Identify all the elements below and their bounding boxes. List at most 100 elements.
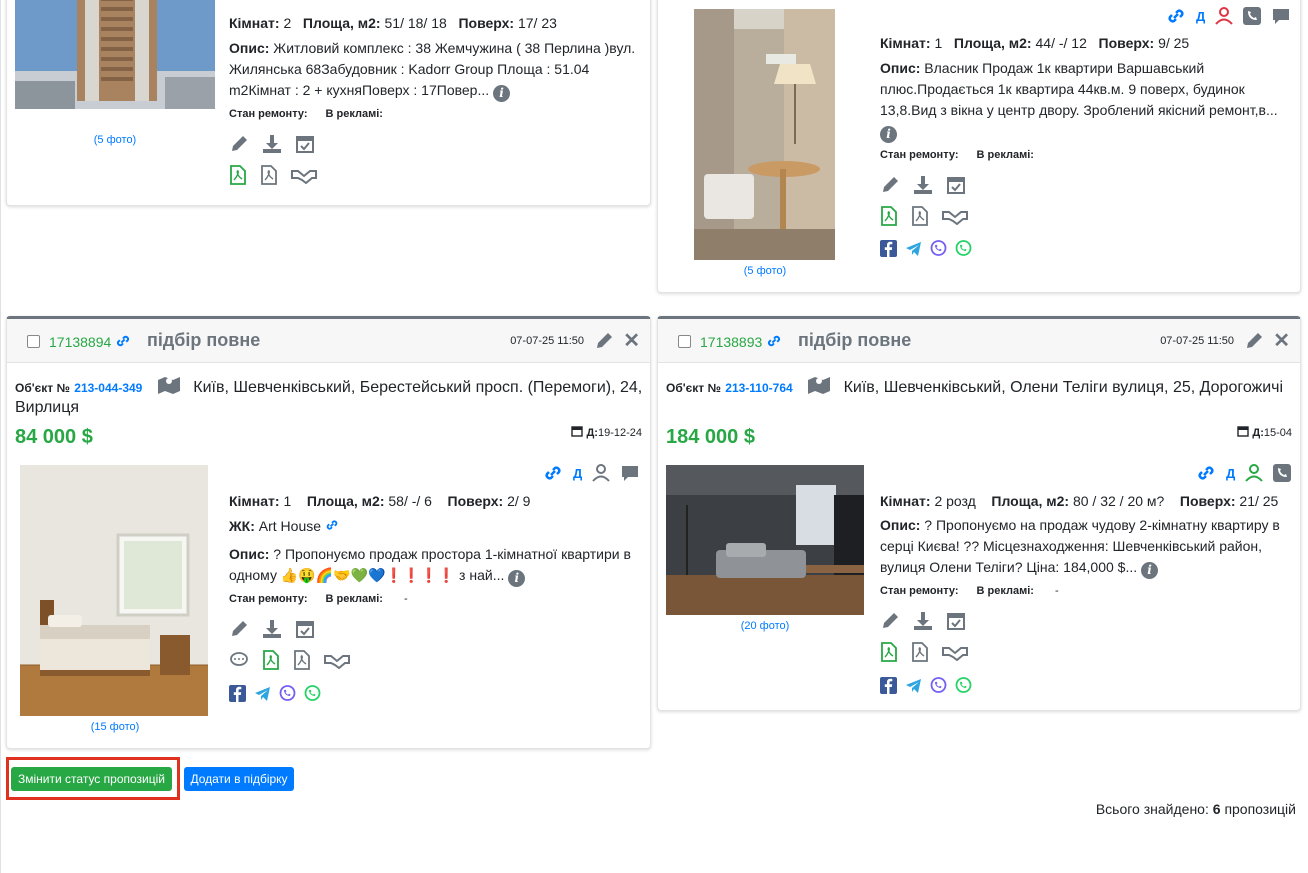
whatsapp-icon[interactable]: [955, 677, 972, 694]
add-to-selection-button[interactable]: Додати в підбірку: [184, 767, 294, 791]
download-icon[interactable]: [262, 619, 282, 639]
proposal-id[interactable]: 17138894: [49, 334, 111, 350]
viber-icon[interactable]: [279, 685, 296, 702]
rooms-value: 2 розд: [934, 493, 976, 509]
desc-text: Житловий комплекс : 38 Жемчужина ( 38 Пе…: [229, 40, 636, 98]
info-icon[interactable]: i: [493, 85, 511, 102]
link-icon[interactable]: [1166, 6, 1186, 26]
calendar-check-icon[interactable]: [295, 134, 315, 154]
total-label: Всього знайдено:: [1095, 801, 1209, 817]
listing-photo[interactable]: [15, 0, 215, 109]
ads-value: -: [1055, 585, 1059, 597]
telegram-icon[interactable]: [905, 240, 922, 257]
pdf-icon[interactable]: [911, 642, 929, 662]
object-number-link[interactable]: 213-044-349: [74, 381, 142, 395]
pdf-icon[interactable]: [260, 165, 278, 185]
map-icon[interactable]: [157, 375, 181, 395]
rooms-value: 2: [283, 15, 292, 31]
user-icon[interactable]: [1215, 7, 1234, 25]
pdf-icon[interactable]: [911, 206, 929, 226]
info-icon[interactable]: i: [1141, 562, 1159, 579]
chat-icon[interactable]: [229, 651, 249, 669]
listing-photo[interactable]: [666, 465, 864, 615]
repair-label: Стан ремонту:: [229, 593, 308, 605]
whatsapp-icon[interactable]: [304, 685, 321, 702]
pdf-green-icon[interactable]: [262, 650, 280, 670]
facebook-icon[interactable]: [880, 240, 897, 257]
pdf-icon[interactable]: [293, 650, 311, 670]
viber-icon[interactable]: [930, 240, 947, 257]
user-icon[interactable]: [1245, 464, 1264, 482]
object-number-link[interactable]: 213-110-764: [725, 381, 792, 395]
calendar-check-icon[interactable]: [946, 611, 966, 631]
pencil-icon[interactable]: [880, 175, 900, 195]
close-icon[interactable]: ✕: [623, 328, 640, 353]
contact-icons: Д: [543, 463, 640, 483]
photo-count-link[interactable]: (5 фото): [45, 134, 185, 146]
object-label: Об'єкт №: [15, 381, 70, 395]
proposal-title: підбір повне: [147, 330, 261, 350]
info-icon[interactable]: i: [508, 570, 526, 587]
proposal-card: 17138894 підбір повне 07-07-25 11:50 ✕ О…: [6, 316, 651, 749]
area-label: Площа, м2:: [302, 15, 381, 31]
handshake-icon[interactable]: [942, 207, 968, 225]
repair-state: Стан ремонту: В рекламі: -: [880, 585, 1077, 597]
calendar-icon: [571, 426, 584, 437]
area-value: 44/ -/ 12: [1035, 35, 1087, 51]
telegram-icon[interactable]: [254, 685, 271, 702]
rooms-value: 1: [283, 493, 292, 509]
pencil-icon[interactable]: [229, 619, 249, 639]
edit-icon[interactable]: [1244, 331, 1264, 351]
listing-photo[interactable]: [694, 9, 835, 260]
select-checkbox[interactable]: [27, 335, 40, 348]
comment-icon[interactable]: [620, 464, 640, 482]
link-icon[interactable]: [115, 333, 131, 349]
map-icon[interactable]: [807, 375, 831, 395]
listing-description: Опис: ? Пропонуємо на продаж чудову 2-кі…: [880, 515, 1296, 579]
listing-photo[interactable]: [20, 465, 208, 716]
floor-label: Поверх:: [1179, 493, 1236, 509]
handshake-icon[interactable]: [942, 643, 968, 661]
calendar-check-icon[interactable]: [946, 175, 966, 195]
comment-icon[interactable]: [1271, 7, 1291, 25]
proposal-id[interactable]: 17138893: [700, 334, 762, 350]
handshake-icon[interactable]: [324, 651, 350, 669]
link-icon[interactable]: [1196, 463, 1216, 483]
pdf-green-icon[interactable]: [229, 165, 247, 185]
close-icon[interactable]: ✕: [1273, 328, 1290, 353]
calendar-check-icon[interactable]: [295, 619, 315, 639]
phone-icon[interactable]: [1273, 464, 1292, 482]
floor-value: 9/ 25: [1158, 35, 1190, 51]
user-icon[interactable]: [592, 464, 611, 482]
link-icon[interactable]: [543, 463, 563, 483]
whatsapp-icon[interactable]: [955, 240, 972, 257]
viber-icon[interactable]: [930, 677, 947, 694]
rooms-label: Кімнат:: [880, 35, 931, 51]
pencil-icon[interactable]: [229, 134, 249, 154]
download-icon[interactable]: [913, 611, 933, 631]
download-icon[interactable]: [913, 175, 933, 195]
download-icon[interactable]: [262, 134, 282, 154]
pdf-green-icon[interactable]: [880, 206, 898, 226]
proposal-card: (5 фото) Д Кімнат: 1 Площа, м2: 44/ -/ 1…: [657, 0, 1301, 293]
complex-value: Art House: [258, 518, 322, 534]
phone-icon[interactable]: [1243, 7, 1262, 25]
link-icon[interactable]: [325, 518, 339, 532]
pdf-green-icon[interactable]: [880, 642, 898, 662]
facebook-icon[interactable]: [880, 677, 897, 694]
pencil-icon[interactable]: [880, 611, 900, 631]
share-icons-row: [880, 677, 972, 694]
proposal-card: 17138893 підбір повне 07-07-25 11:50 ✕ О…: [657, 316, 1301, 711]
facebook-icon[interactable]: [229, 685, 246, 702]
contact-icons: Д: [1196, 463, 1292, 483]
change-status-button[interactable]: Змінити статус пропозицій: [11, 767, 172, 791]
handshake-icon[interactable]: [291, 166, 317, 184]
photo-count-link[interactable]: (15 фото): [45, 721, 185, 733]
link-icon[interactable]: [766, 333, 782, 349]
edit-icon[interactable]: [594, 331, 614, 351]
photo-count-link[interactable]: (5 фото): [695, 265, 835, 277]
telegram-icon[interactable]: [905, 677, 922, 694]
select-checkbox[interactable]: [678, 335, 691, 348]
photo-count-link[interactable]: (20 фото): [695, 620, 835, 632]
info-icon[interactable]: i: [880, 126, 897, 143]
